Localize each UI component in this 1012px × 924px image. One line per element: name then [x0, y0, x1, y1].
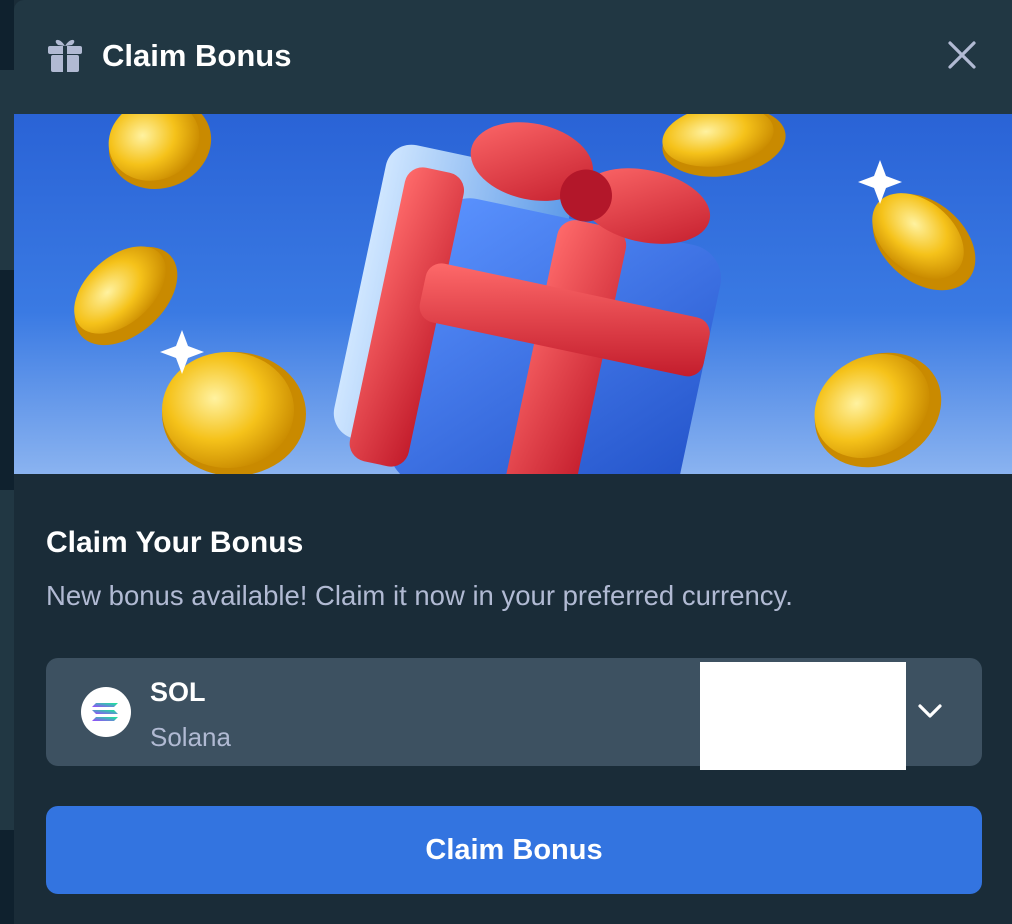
currency-code: SOL [150, 677, 206, 707]
coin [160, 330, 306, 474]
currency-name: Solana [150, 722, 231, 752]
bonus-description: New bonus available! Claim it now in you… [46, 580, 793, 611]
solana-icon [81, 687, 131, 737]
currency-select[interactable]: SOL Solana [46, 658, 982, 770]
coin [108, 114, 212, 190]
backdrop-panel [0, 490, 14, 830]
chevron-down-icon [918, 704, 942, 718]
coin [814, 352, 942, 468]
modal-title: Claim Bonus [102, 38, 292, 73]
claim-bonus-modal: Claim Bonus Claim Your Bonus New bonus a… [14, 0, 1012, 924]
coin [662, 114, 786, 177]
coin [858, 160, 976, 291]
bonus-heading: Claim Your Bonus [46, 526, 304, 559]
backdrop-panel [0, 70, 14, 270]
redacted-area [700, 662, 906, 770]
gift-box-illustration [74, 114, 976, 474]
gift-icon [48, 39, 82, 72]
close-button[interactable] [934, 33, 990, 77]
claim-bonus-button[interactable]: Claim Bonus [46, 806, 982, 894]
coin [74, 246, 178, 346]
modal-header: Claim Bonus [14, 0, 1012, 114]
bonus-banner-image [14, 114, 1012, 474]
page-backdrop [0, 0, 14, 924]
close-icon [948, 41, 976, 69]
